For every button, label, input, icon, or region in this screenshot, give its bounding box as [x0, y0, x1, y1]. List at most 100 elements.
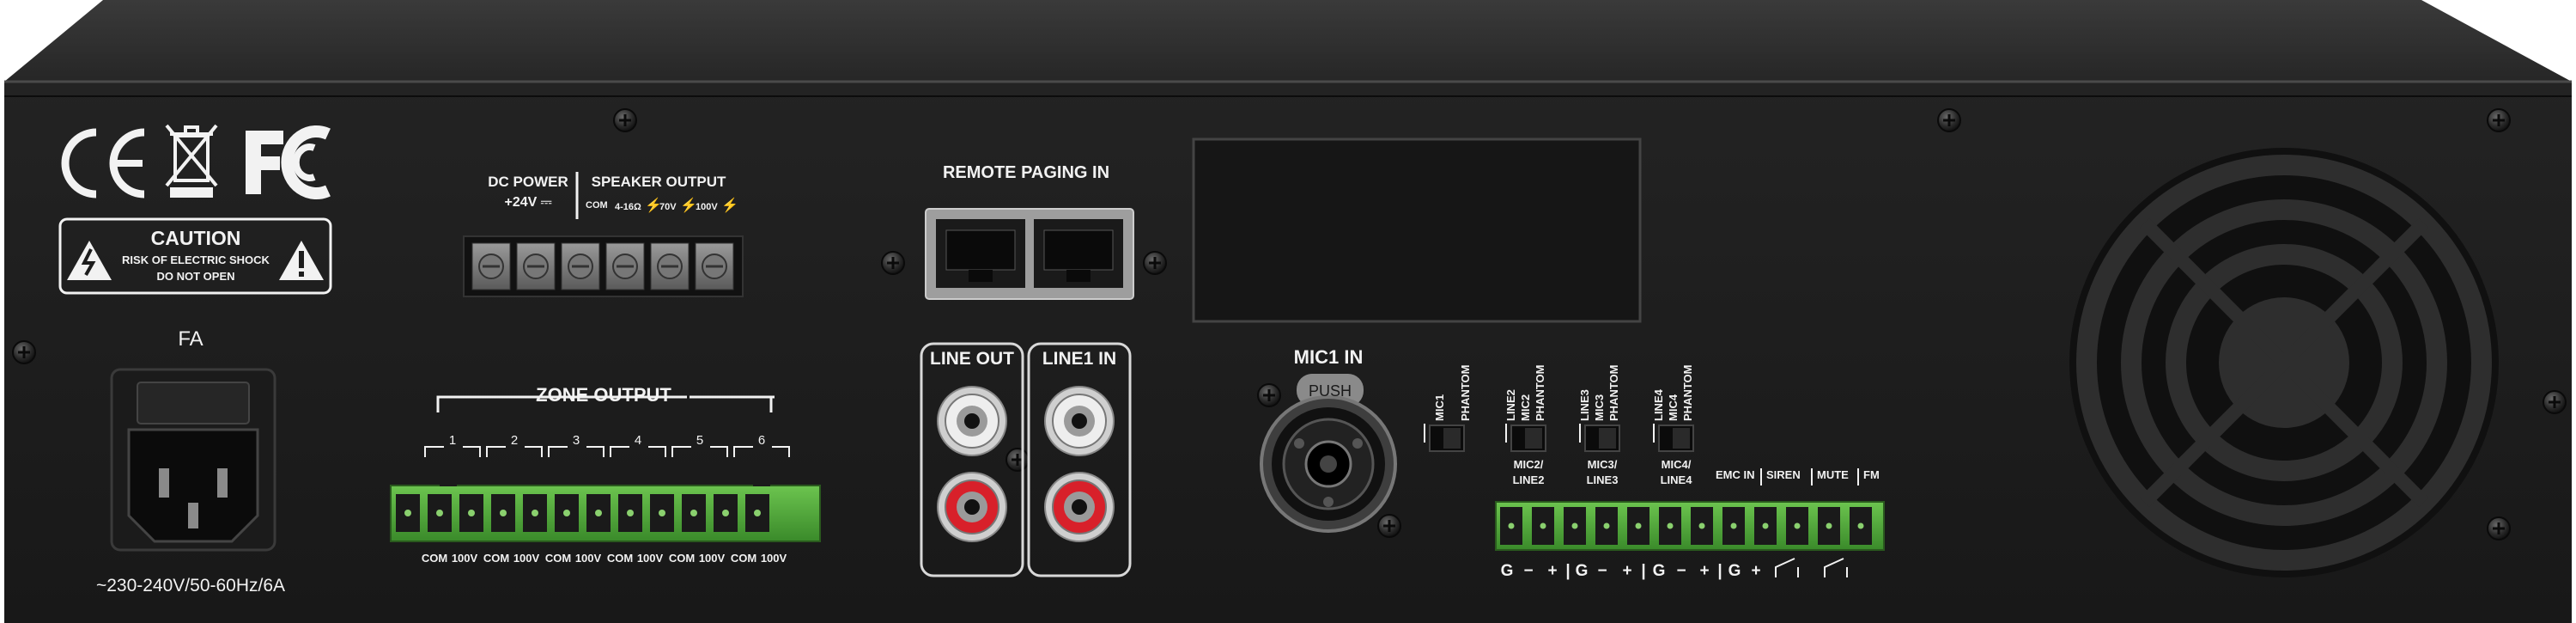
zone-terminal — [586, 494, 611, 532]
zone-terminal-label: COM — [483, 552, 510, 565]
zone-terminal-label: 100V — [451, 552, 478, 565]
hazard-bolt-icon: ⚡ — [717, 199, 739, 213]
fm-label: FM — [1863, 468, 1880, 481]
zone-terminal-label: COM — [606, 552, 634, 565]
line1-in-title: LINE1 IN — [1042, 349, 1117, 369]
terminal-marking: G — [1500, 562, 1514, 580]
fan-grille — [2069, 148, 2499, 577]
speaker-terminal — [471, 242, 511, 290]
screw-icon — [1937, 108, 1961, 132]
rj45-port-2 — [1034, 219, 1123, 288]
xlr-combo-jack — [1260, 395, 1397, 533]
amplifier-rear-panel: CAUTION RISK OF ELECTRIC SHOCK DO NOT OP… — [0, 0, 2576, 623]
blank-expansion-plate — [1192, 137, 1642, 323]
zone-terminal — [396, 494, 420, 532]
dc-symbol-icon: ⎓ — [540, 195, 552, 210]
slide-switch — [1424, 424, 1465, 452]
hazard-bolt-icon: ⚡ — [676, 199, 697, 213]
push-label: PUSH — [1308, 382, 1352, 400]
emc-in-label: EMC IN — [1716, 468, 1755, 481]
control-terminal — [1850, 507, 1872, 545]
screw-icon — [613, 108, 637, 132]
zone-terminal — [459, 494, 483, 532]
terminal-marking: + — [1547, 562, 1558, 580]
zone-terminal-label: COM — [544, 552, 572, 565]
zone-terminal-label: 100V — [636, 552, 664, 565]
screw-icon — [2487, 108, 2511, 132]
zone-terminal — [650, 494, 674, 532]
speaker-70v: 70V ⚡ — [659, 199, 697, 213]
caution-title: CAUTION — [150, 227, 241, 249]
fuse-label: FA — [178, 327, 204, 351]
rca-jack — [937, 472, 1007, 542]
zone-terminal-label: 100V — [574, 552, 602, 565]
screw-icon — [12, 340, 36, 364]
speaker-ohm-text: 4-16Ω — [615, 202, 641, 212]
group-mic2-line2-a: MIC2/ — [1513, 458, 1544, 471]
zone-terminal — [714, 494, 738, 532]
zone-terminal-label: COM — [421, 552, 448, 565]
line-out-title: LINE OUT — [930, 349, 1014, 369]
group-mic2-line2-b: LINE2 — [1512, 473, 1545, 486]
screw-icon — [2487, 516, 2511, 541]
caution-line-2: DO NOT OPEN — [156, 270, 235, 283]
group-mic4-line4-a: MIC4/ — [1661, 458, 1692, 471]
fuse-drawer — [137, 382, 250, 424]
zone-terminal — [555, 494, 579, 532]
zone-terminal — [745, 494, 769, 532]
speaker-terminal — [561, 242, 600, 290]
zone-terminal — [682, 494, 706, 532]
terminal-marking: G — [1575, 562, 1589, 580]
control-terminal — [1786, 507, 1808, 545]
screw-icon — [1005, 448, 1030, 472]
zone-number: 2 — [510, 433, 519, 448]
terminal-marking: | — [1717, 562, 1722, 580]
rca-jack — [937, 386, 1007, 456]
screw-icon — [1257, 383, 1281, 407]
rca-jack — [1044, 386, 1115, 456]
slide-switch — [1505, 424, 1546, 452]
zone-number: 6 — [757, 433, 766, 448]
terminal-marking: + — [1622, 562, 1632, 580]
mute-label: MUTE — [1817, 468, 1849, 481]
zone-number: 1 — [448, 433, 457, 448]
switch-label-line3: LINE3 — [1578, 389, 1591, 421]
zone-terminal — [523, 494, 547, 532]
dc-voltage-text: +24V — [504, 195, 538, 210]
control-terminal — [1659, 507, 1681, 545]
dc-power-title: DC POWER — [488, 174, 568, 190]
group-mic3-line3-b: LINE3 — [1586, 473, 1619, 486]
speaker-terminal — [516, 242, 556, 290]
zone-terminal-label: COM — [668, 552, 696, 565]
terminal-marking: − — [1676, 562, 1686, 580]
control-terminal — [1595, 507, 1618, 545]
control-terminal — [1818, 507, 1840, 545]
zone-output-title: ZONE OUTPUT — [536, 384, 671, 406]
slide-switch — [1579, 424, 1620, 452]
zone-terminal — [428, 494, 452, 532]
control-terminal — [1722, 507, 1745, 545]
siren-label: SIREN — [1766, 468, 1801, 481]
screw-icon — [881, 251, 905, 275]
remote-paging-title: REMOTE PAGING IN — [942, 163, 1110, 182]
switch-label-mic1: MIC1 — [1433, 394, 1446, 421]
speaker-terminal — [650, 242, 690, 290]
slide-switch — [1653, 424, 1694, 452]
zone-number: 3 — [572, 433, 580, 448]
terminal-marking: G — [1652, 562, 1666, 580]
terminal-marking: + — [1751, 562, 1761, 580]
chassis-top — [4, 0, 2572, 82]
control-terminal — [1500, 507, 1522, 545]
terminal-marking: − — [1597, 562, 1607, 580]
switch-label-mic2: MIC2 — [1519, 394, 1532, 421]
terminal-marking: + — [1699, 562, 1710, 580]
screw-icon — [1143, 251, 1167, 275]
switch-label-phantom: PHANTOM — [1607, 364, 1620, 421]
speaker-output-title: SPEAKER OUTPUT — [591, 174, 726, 190]
group-mic3-line3-a: MIC3/ — [1587, 458, 1618, 471]
speaker-terminal — [695, 242, 734, 290]
zone-terminal-label: 100V — [513, 552, 540, 565]
switch-label-line4: LINE4 — [1652, 389, 1665, 421]
zone-terminal-label: 100V — [760, 552, 787, 565]
terminal-marking: − — [1523, 562, 1534, 580]
